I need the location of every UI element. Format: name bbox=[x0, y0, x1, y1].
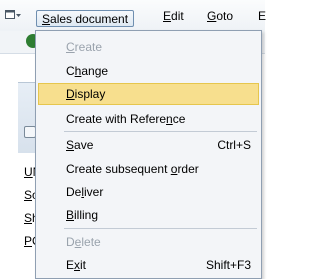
menu-item-label: Save bbox=[66, 138, 94, 152]
menu-item-change[interactable]: Change bbox=[38, 60, 259, 82]
menu-edit-mnemonic: E bbox=[163, 9, 172, 23]
menu-item-delete[interactable]: Delete bbox=[38, 231, 259, 253]
menu-item-shortcut: Shift+F3 bbox=[205, 258, 251, 272]
menu-item-deliver[interactable]: Deliver bbox=[38, 181, 259, 203]
menu-sales-document[interactable]: Sales document bbox=[36, 10, 135, 27]
system-menu-icon[interactable] bbox=[4, 7, 24, 23]
menu-item-label: Create bbox=[66, 40, 103, 54]
menu-separator bbox=[64, 131, 257, 132]
menu-item-label: Change bbox=[66, 64, 109, 78]
menu-item-label: Delete bbox=[66, 235, 101, 249]
menu-sales-document-label: ales document bbox=[50, 12, 129, 26]
menu-item-create[interactable]: Create bbox=[38, 36, 259, 58]
menu-goto-mnemonic: G bbox=[207, 9, 217, 23]
menu-item-create-subsequent-order[interactable]: Create subsequent order bbox=[38, 158, 259, 180]
menu-item-exit[interactable]: Exit Shift+F3 bbox=[38, 254, 259, 276]
menu-item-label: Deliver bbox=[66, 185, 104, 199]
menu-item-shortcut: Ctrl+S bbox=[217, 138, 251, 152]
menu-item-label: Display bbox=[66, 87, 106, 101]
menu-sales-document-mnemonic: S bbox=[42, 12, 51, 26]
menu-goto-label: oto bbox=[216, 9, 234, 23]
menu-extras[interactable]: E bbox=[258, 9, 266, 23]
menu-separator bbox=[64, 228, 257, 229]
menu-item-label: Create subsequent order bbox=[66, 162, 199, 176]
sales-document-dropdown: Create Change Display Create with Refere… bbox=[35, 30, 262, 279]
menu-bar: Sales document Edit Goto E bbox=[0, 0, 266, 32]
menu-edit-label: dit bbox=[171, 9, 184, 23]
menu-item-label: Create with Reference bbox=[66, 112, 186, 126]
menu-item-label: Billing bbox=[66, 208, 99, 222]
menu-goto[interactable]: Goto bbox=[207, 9, 233, 23]
menu-item-create-with-reference[interactable]: Create with Reference bbox=[38, 108, 259, 130]
menu-item-display[interactable]: Display bbox=[38, 83, 259, 105]
menu-item-billing[interactable]: Billing bbox=[38, 204, 259, 226]
menu-item-save[interactable]: Save Ctrl+S bbox=[38, 134, 259, 156]
menu-edit[interactable]: Edit bbox=[163, 9, 184, 23]
menu-item-label: Exit bbox=[66, 258, 87, 272]
